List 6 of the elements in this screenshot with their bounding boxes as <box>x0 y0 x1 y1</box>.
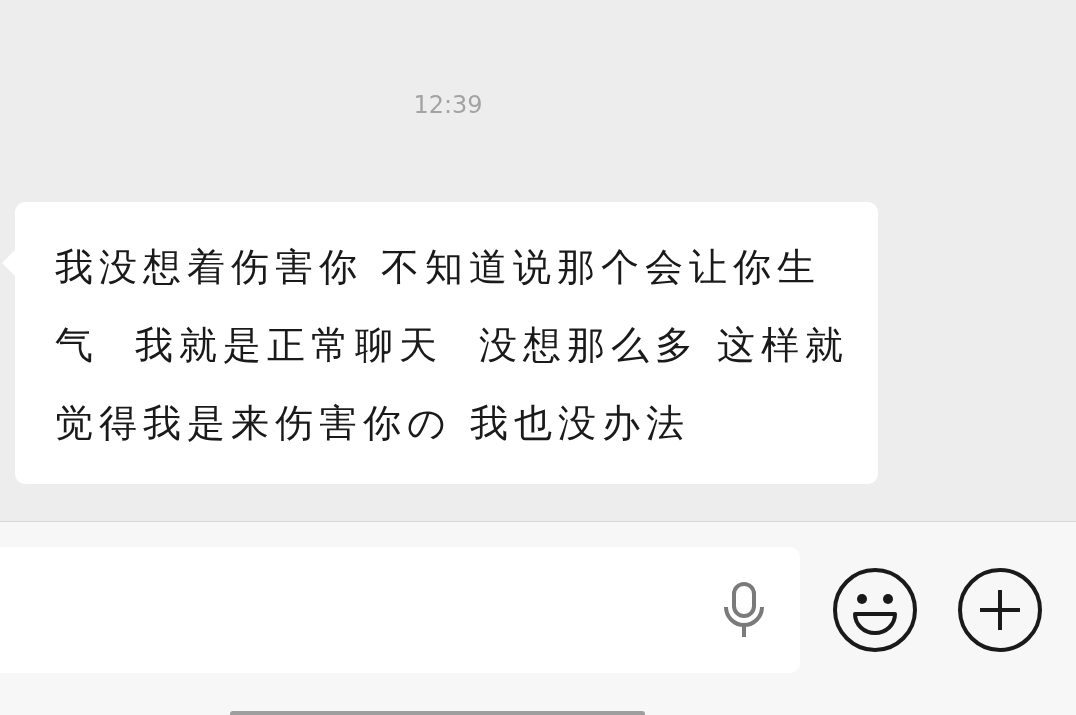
timestamp: 12:39 <box>413 91 483 119</box>
plus-icon[interactable] <box>957 567 1043 653</box>
microphone-icon[interactable] <box>722 582 766 638</box>
smiley-icon[interactable] <box>832 567 918 653</box>
message-text: 我没想着伤害你 不知道说那个会让你生气 我就是正常聊天 没想那么多 这样就觉得我是来伤害你の 我也没办法 <box>55 244 851 447</box>
message-input-field[interactable] <box>0 547 800 673</box>
